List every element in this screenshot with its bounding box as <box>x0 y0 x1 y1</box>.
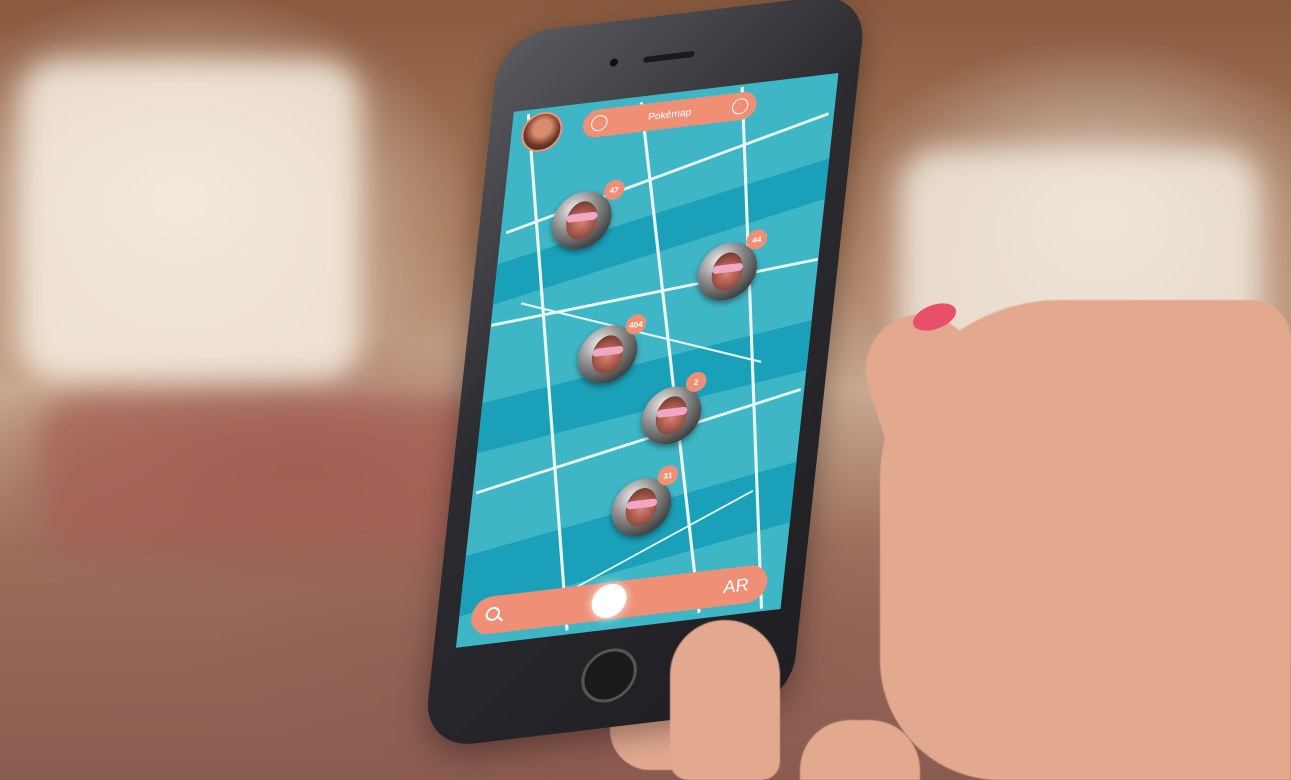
phone-body: Pokémap 47 44 404 2 31 AR <box>422 0 868 750</box>
home-button[interactable] <box>578 645 640 706</box>
smartphone: Pokémap 47 44 404 2 31 AR <box>422 0 929 760</box>
front-camera <box>609 58 619 68</box>
search-icon[interactable] <box>484 606 501 622</box>
ar-toggle[interactable] <box>589 582 629 620</box>
header-title: Pokémap <box>647 106 692 123</box>
photo-background: Pokémap 47 44 404 2 31 AR <box>0 0 1291 780</box>
gear-icon[interactable] <box>731 97 750 116</box>
ar-label: AR <box>722 574 751 598</box>
earpiece-speaker <box>643 50 695 63</box>
map-view[interactable] <box>455 73 839 648</box>
blurred-lounge-chair-left <box>20 60 360 380</box>
hand-finger-bottom <box>670 620 780 780</box>
clock-icon[interactable] <box>590 114 609 132</box>
app-screen: Pokémap 47 44 404 2 31 AR <box>455 72 839 648</box>
